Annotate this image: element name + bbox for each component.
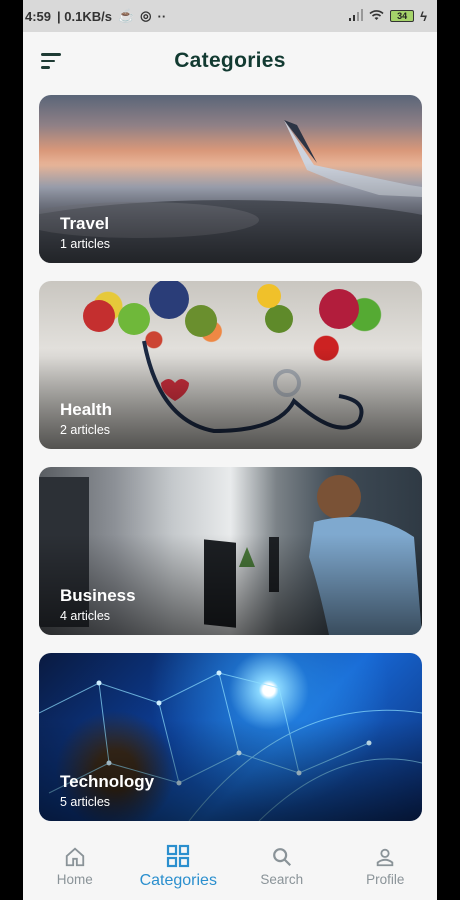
notification-app-icon: ◎	[140, 8, 152, 23]
nav-label: Profile	[366, 872, 405, 887]
article-count: 2 articles	[60, 423, 111, 437]
status-bar: 4:59 | 0.1KB/s ☕ ◎ ·· 34 ϟ	[23, 0, 437, 32]
wifi-icon	[369, 9, 384, 24]
nav-label: Search	[260, 872, 304, 887]
battery-icon: 34	[390, 10, 415, 22]
status-extra: ··	[157, 8, 167, 24]
app-screen: 4:59 | 0.1KB/s ☕ ◎ ·· 34 ϟ Categories Tr…	[23, 0, 437, 900]
category-card-technology[interactable]: Technology 5 articles	[39, 653, 422, 821]
nav-categories[interactable]: Categories	[127, 828, 231, 900]
category-name: Technology	[60, 772, 155, 791]
category-list: Travel 1 articles Health 2 articles Busi…	[39, 95, 422, 839]
charging-icon: ϟ	[420, 8, 427, 24]
category-card-business[interactable]: Business 4 articles	[39, 467, 422, 635]
category-name: Business	[60, 586, 136, 605]
nav-profile[interactable]: Profile	[334, 828, 438, 900]
category-name: Health	[60, 400, 112, 419]
signal-icon	[349, 8, 364, 24]
grid-icon	[167, 844, 190, 868]
menu-icon[interactable]	[41, 53, 61, 69]
category-name: Travel	[60, 214, 110, 233]
app-header: Categories	[23, 32, 437, 90]
article-count: 1 articles	[60, 237, 111, 251]
status-time: 4:59	[25, 8, 52, 24]
nav-search[interactable]: Search	[230, 828, 334, 900]
nav-label: Categories	[139, 872, 217, 889]
category-card-travel[interactable]: Travel 1 articles	[39, 95, 422, 263]
home-icon	[65, 847, 84, 867]
category-card-health[interactable]: Health 2 articles	[39, 281, 422, 449]
status-speed: | 0.1KB/s	[57, 8, 112, 24]
person-icon	[377, 848, 394, 867]
page-title: Categories	[174, 49, 286, 72]
article-count: 4 articles	[60, 609, 111, 623]
article-count: 5 articles	[60, 795, 111, 809]
nav-label: Home	[56, 872, 93, 887]
nav-home[interactable]: Home	[23, 828, 127, 900]
bottom-navigation: Home Categories Search Profile	[23, 828, 437, 900]
search-icon	[272, 848, 291, 867]
notification-cup-icon: ☕	[117, 8, 135, 23]
